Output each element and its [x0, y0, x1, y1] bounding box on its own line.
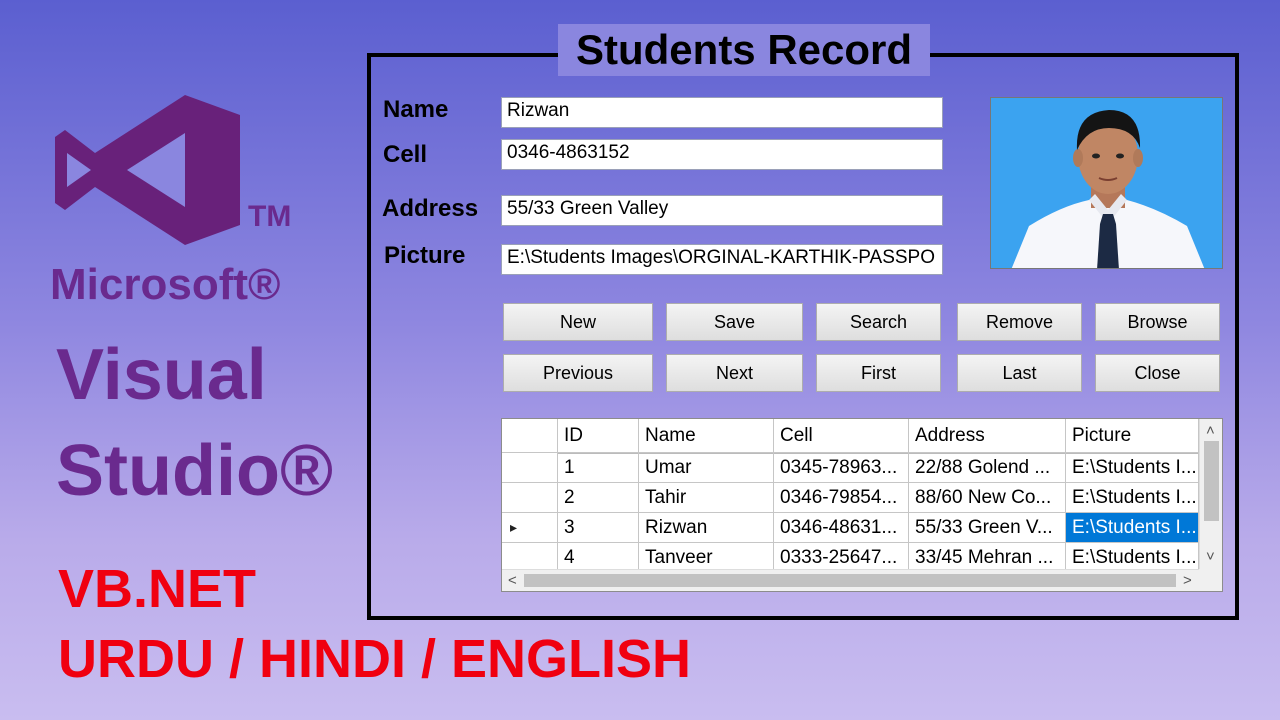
row-header[interactable] [502, 453, 558, 483]
picture-path-field[interactable]: E:\Students Images\ORGINAL-KARTHIK-PASSP… [501, 244, 943, 275]
languages-label: URDU / HINDI / ENGLISH [58, 629, 692, 689]
table-cell-picture[interactable]: E:\Students I... [1066, 453, 1199, 483]
grid-corner-header[interactable] [502, 419, 558, 453]
student-photo [990, 97, 1223, 269]
last-button[interactable]: Last [957, 354, 1082, 392]
scrollbar-corner [1199, 569, 1222, 591]
horizontal-scroll-thumb[interactable] [524, 574, 1176, 587]
table-cell-id[interactable]: 1 [558, 453, 639, 483]
address-field[interactable]: 55/33 Green Valley [501, 195, 943, 226]
table-cell-address[interactable]: 88/60 New Co... [909, 483, 1066, 513]
row-header[interactable] [502, 483, 558, 513]
scroll-down-icon[interactable]: ˅ [1206, 549, 1215, 564]
new-button[interactable]: New [503, 303, 653, 341]
name-label: Name [383, 96, 449, 123]
search-button[interactable]: Search [816, 303, 941, 341]
table-cell-picture-selected[interactable]: E:\Students I... [1066, 513, 1199, 543]
column-header-picture[interactable]: Picture [1066, 419, 1199, 453]
table-cell-name[interactable]: Rizwan [639, 513, 774, 543]
save-button[interactable]: Save [666, 303, 803, 341]
table-cell-cell[interactable]: 0346-79854... [774, 483, 909, 513]
next-button[interactable]: Next [666, 354, 803, 392]
scroll-right-icon[interactable]: > [1183, 573, 1192, 588]
column-header-name[interactable]: Name [639, 419, 774, 453]
table-cell-cell[interactable]: 0345-78963... [774, 453, 909, 483]
column-header-address[interactable]: Address [909, 419, 1066, 453]
table-cell-address[interactable]: 22/88 Golend ... [909, 453, 1066, 483]
close-button[interactable]: Close [1095, 354, 1220, 392]
name-field[interactable]: Rizwan [501, 97, 943, 128]
cell-field[interactable]: 0346-4863152 [501, 139, 943, 170]
studio-label: Studio® [56, 431, 333, 511]
cell-label: Cell [383, 141, 428, 168]
vbnet-label: VB.NET [58, 559, 257, 619]
remove-button[interactable]: Remove [957, 303, 1082, 341]
vertical-scrollbar[interactable]: ˄ ˅ [1199, 419, 1222, 569]
visual-studio-logo-icon [55, 95, 240, 245]
horizontal-scrollbar[interactable]: < > [502, 569, 1199, 591]
column-header-id[interactable]: ID [558, 419, 639, 453]
vertical-scroll-thumb[interactable] [1204, 441, 1219, 521]
students-grid[interactable]: ID Name Cell Address Picture 1 Umar 0345… [501, 418, 1223, 592]
address-label: Address [382, 195, 479, 222]
first-button[interactable]: First [816, 354, 941, 392]
scroll-up-icon[interactable]: ˄ [1206, 423, 1215, 438]
person-icon [991, 98, 1222, 268]
table-cell-name[interactable]: Tahir [639, 483, 774, 513]
browse-button[interactable]: Browse [1095, 303, 1220, 341]
table-cell-id[interactable]: 3 [558, 513, 639, 543]
table-cell-cell[interactable]: 0346-48631... [774, 513, 909, 543]
scroll-left-icon[interactable]: < [508, 573, 517, 588]
grid-header: ID Name Cell Address Picture [502, 419, 1199, 454]
form-title: Students Record [558, 24, 931, 76]
table-cell-id[interactable]: 2 [558, 483, 639, 513]
table-cell-name[interactable]: Umar [639, 453, 774, 483]
current-row-indicator-icon: ▸ [510, 519, 518, 535]
trademark-label: TM [248, 200, 292, 233]
visual-label: Visual [56, 335, 267, 415]
previous-button[interactable]: Previous [503, 354, 653, 392]
column-header-cell[interactable]: Cell [774, 419, 909, 453]
table-cell-picture[interactable]: E:\Students I... [1066, 483, 1199, 513]
picture-label: Picture [384, 242, 466, 269]
table-cell-address[interactable]: 55/33 Green V... [909, 513, 1066, 543]
microsoft-label: Microsoft® [50, 260, 281, 309]
row-header-current[interactable]: ▸ [502, 513, 558, 543]
